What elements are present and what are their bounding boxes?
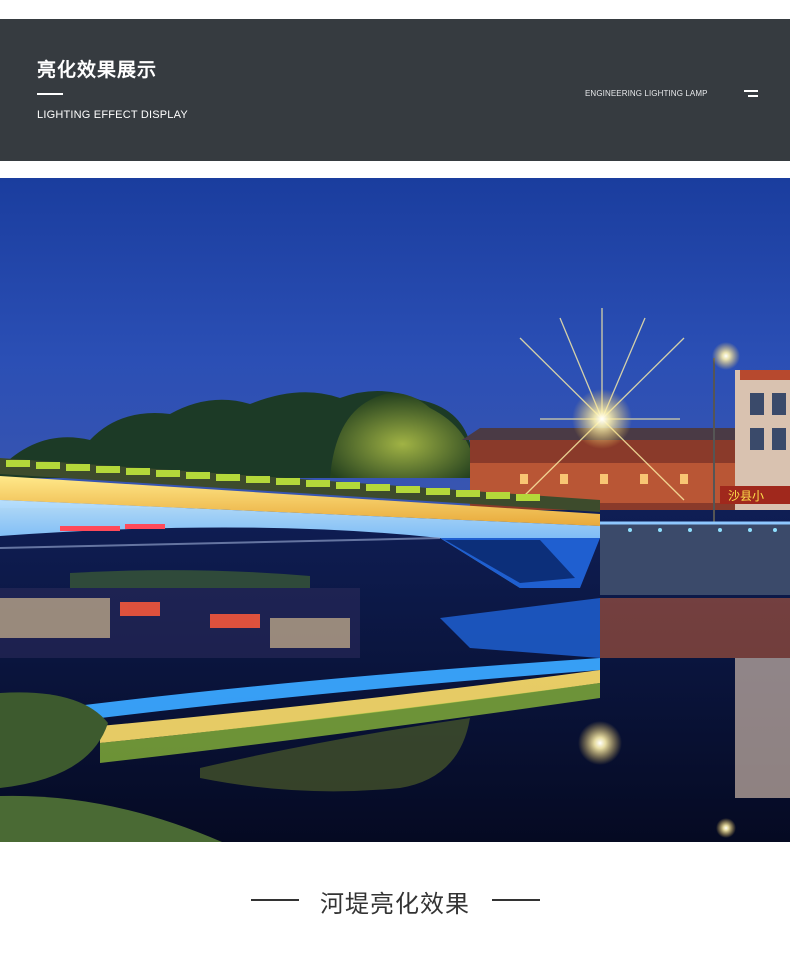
page-subtitle: LIGHTING EFFECT DISPLAY — [37, 109, 188, 121]
caption-text: 河堤亮化效果 — [320, 890, 470, 918]
bridge-night-photo: 沙县小 — [0, 178, 790, 842]
brand-label: ENGINEERING LIGHTING LAMP — [585, 89, 708, 98]
page-title: 亮化效果展示 — [37, 59, 158, 81]
section-caption: 河堤亮化效果 — [0, 870, 790, 930]
menu-icon[interactable] — [744, 90, 758, 98]
shop-sign: 沙县小 — [728, 489, 764, 503]
caption-rule-right — [492, 899, 540, 901]
header-banner: 亮化效果展示 LIGHTING EFFECT DISPLAY ENGINEERI… — [0, 19, 790, 161]
title-divider — [37, 93, 63, 95]
caption-rule-left — [251, 899, 299, 901]
